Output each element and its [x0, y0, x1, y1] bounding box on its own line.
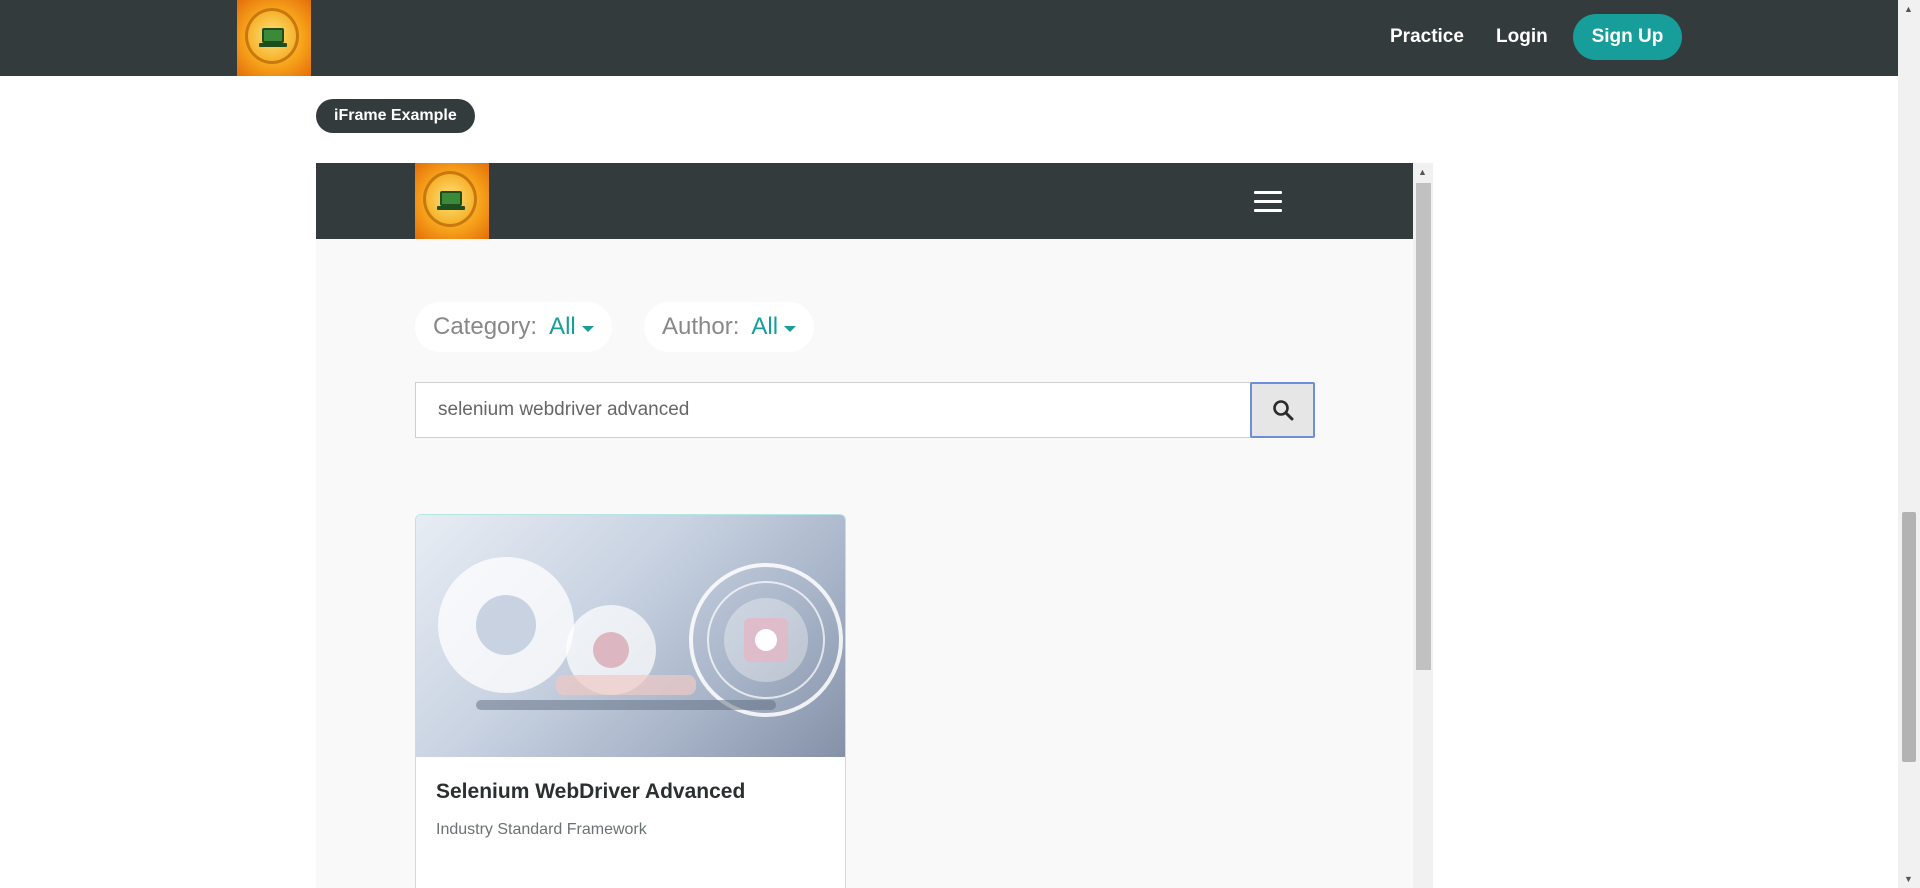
page-scrollbar-thumb[interactable] — [1902, 512, 1916, 762]
course-card[interactable]: Selenium WebDriver Advanced Industry Sta… — [415, 514, 846, 888]
chevron-down-icon — [581, 326, 594, 332]
search-button[interactable] — [1250, 382, 1315, 438]
search-icon — [1272, 400, 1293, 421]
hamburger-menu-icon[interactable] — [1254, 191, 1284, 213]
gears-illustration — [438, 557, 843, 717]
iframe-example-badge: iFrame Example — [316, 99, 475, 133]
category-filter-dropdown[interactable]: Category: All — [415, 302, 612, 352]
author-filter-value: All — [751, 313, 779, 340]
top-navbar: Practice Login Sign Up — [0, 0, 1898, 76]
author-filter-dropdown[interactable]: Author: All — [644, 302, 815, 352]
iframe-scroll-up-icon[interactable]: ▲ — [1418, 167, 1427, 177]
iframe-scrollbar[interactable]: ▲ — [1413, 163, 1433, 888]
course-image[interactable] — [416, 515, 845, 757]
course-search-input[interactable]: selenium webdriver advanced — [415, 382, 1251, 438]
iframe-scrollbar-thumb[interactable] — [1416, 183, 1431, 670]
nav-practice-link[interactable]: Practice — [1390, 26, 1464, 48]
scroll-up-arrow-icon[interactable]: ▲ — [1904, 4, 1913, 14]
nav-login-link[interactable]: Login — [1496, 26, 1548, 48]
iframe-container: ▲ Category: All Author: All selenium web… — [316, 163, 1433, 888]
course-subtitle: Industry Standard Framework — [436, 821, 647, 838]
signup-button[interactable]: Sign Up — [1573, 14, 1682, 60]
page-scrollbar[interactable]: ▲ ▼ — [1898, 0, 1920, 888]
category-filter-value: All — [549, 313, 576, 340]
scroll-down-arrow-icon[interactable]: ▼ — [1904, 874, 1913, 884]
course-title[interactable]: Selenium WebDriver Advanced — [436, 780, 745, 804]
site-logo-icon[interactable] — [237, 0, 311, 76]
chevron-down-icon — [784, 326, 797, 332]
iframe-navbar — [316, 163, 1413, 239]
author-filter-label: Author: — [662, 313, 740, 340]
iframe-logo-icon[interactable] — [415, 163, 489, 239]
category-filter-label: Category: — [433, 313, 538, 340]
